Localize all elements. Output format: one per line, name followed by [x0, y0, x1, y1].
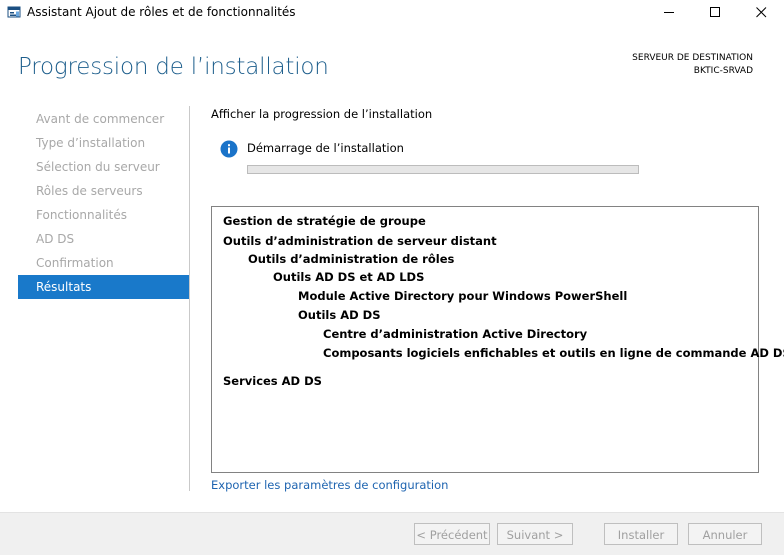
minimize-icon — [664, 12, 674, 13]
info-icon — [220, 140, 238, 158]
maximize-icon — [710, 7, 720, 17]
result-line: Outils AD DS — [298, 308, 381, 322]
result-line: Gestion de stratégie de groupe — [223, 214, 426, 228]
result-line: Outils AD DS et AD LDS — [273, 270, 425, 284]
close-button[interactable] — [738, 0, 784, 24]
result-line: Outils d’administration de rôles — [248, 252, 455, 266]
step-installation-type: Type d’installation — [36, 136, 146, 150]
server-manager-icon — [7, 6, 21, 18]
destination-label: SERVEUR DE DESTINATION — [632, 53, 753, 63]
step-confirmation: Confirmation — [36, 256, 114, 270]
sidebar-divider — [189, 106, 190, 491]
result-line: Composants logiciels enfichables et outi… — [323, 346, 784, 360]
title-bar: Assistant Ajout de rôles et de fonctionn… — [0, 0, 784, 26]
close-icon — [756, 7, 767, 18]
page-title: Progression de l’installation — [18, 54, 329, 80]
window-title: Assistant Ajout de rôles et de fonctionn… — [27, 5, 296, 19]
step-before-you-begin: Avant de commencer — [36, 112, 165, 126]
destination-server: BKTIC-SRVAD — [693, 66, 753, 76]
cancel-button[interactable]: Annuler — [688, 523, 762, 545]
step-features: Fonctionnalités — [36, 208, 127, 222]
previous-button[interactable]: < Précédent — [414, 523, 490, 545]
result-line: Centre d’administration Active Directory — [323, 327, 588, 341]
section-subtitle: Afficher la progression de l’installatio… — [211, 107, 433, 121]
step-server-selection: Sélection du serveur — [36, 160, 160, 174]
minimize-button[interactable] — [646, 0, 692, 24]
results-list[interactable]: Gestion de stratégie de groupe Outils d’… — [211, 206, 784, 473]
installation-status: Démarrage de l’installation — [247, 141, 404, 155]
result-line: Services AD DS — [223, 374, 322, 388]
wizard-footer: < Précédent Suivant > Installer Annuler — [0, 512, 784, 555]
step-ad-ds: AD DS — [36, 232, 75, 246]
step-results[interactable]: Résultats — [18, 275, 189, 299]
wizard-steps: Avant de commencer Type d’installation S… — [18, 107, 189, 299]
install-button[interactable]: Installer — [604, 523, 678, 545]
step-server-roles: Rôles de serveurs — [36, 184, 143, 198]
wizard-header: Progression de l’installation SERVEUR DE… — [0, 26, 784, 96]
export-settings-link[interactable]: Exporter les paramètres de configuration — [211, 478, 448, 492]
maximize-button[interactable] — [692, 0, 738, 24]
next-button[interactable]: Suivant > — [497, 523, 573, 545]
result-line: Module Active Directory pour Windows Pow… — [298, 289, 628, 303]
installation-progress-bar — [247, 165, 639, 174]
result-line: Outils d’administration de serveur dista… — [223, 234, 497, 248]
